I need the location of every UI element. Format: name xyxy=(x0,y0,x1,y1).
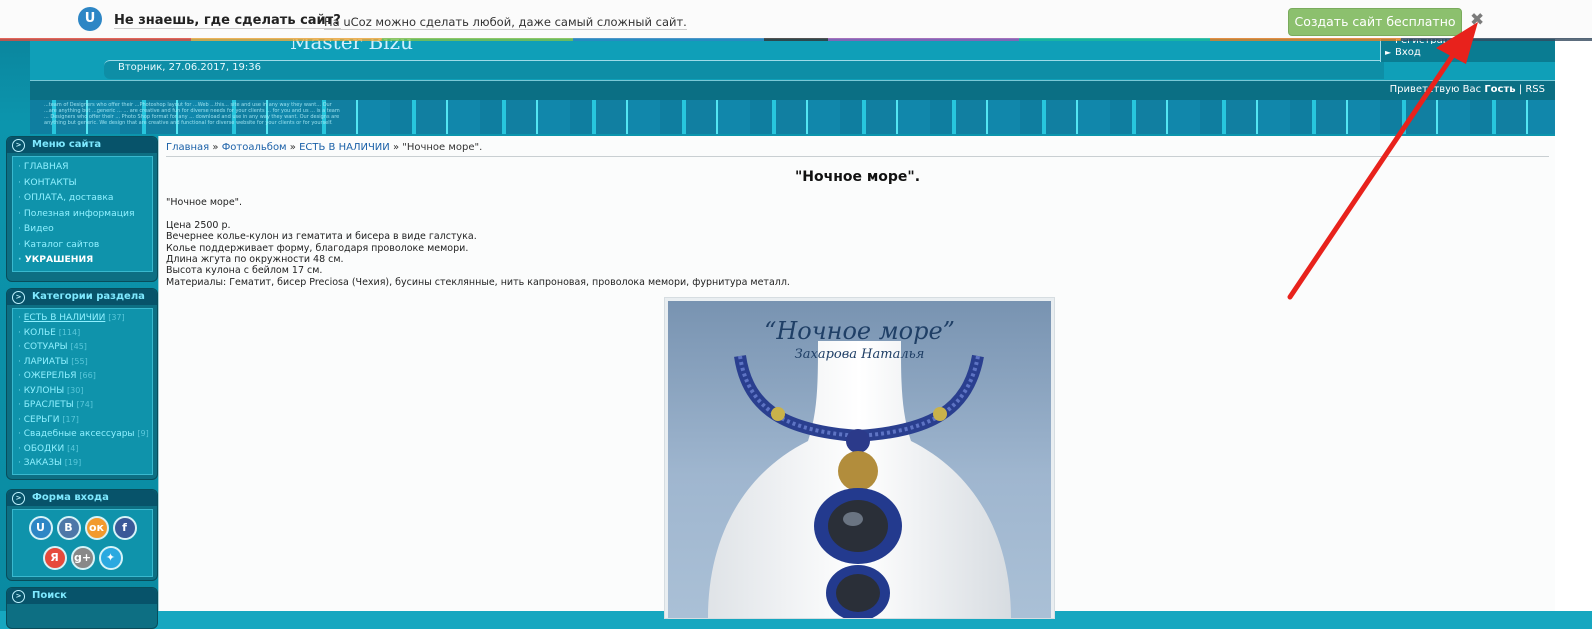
annotation-arrow-icon xyxy=(1287,22,1478,300)
